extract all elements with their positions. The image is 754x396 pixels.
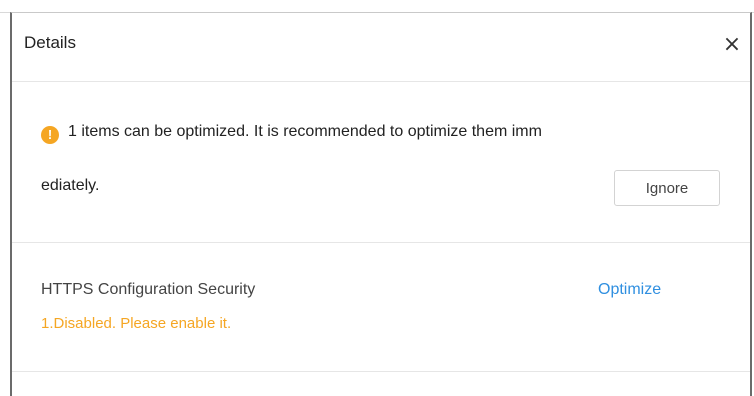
page: Details × ! 1 items can be optimized. It… <box>0 0 754 396</box>
details-dialog: Details × ! 1 items can be optimized. It… <box>10 12 752 396</box>
item-name: HTTPS Configuration Security <box>41 281 256 298</box>
summary-text-line2: ediately. <box>41 177 100 194</box>
ignore-button[interactable]: Ignore <box>614 170 720 206</box>
item-issue: 1.Disabled. Please enable it. <box>41 315 232 332</box>
optimization-item: HTTPS Configuration Security 1.Disabled.… <box>12 243 750 372</box>
optimization-summary: ! 1 items can be optimized. It is recomm… <box>12 82 750 243</box>
optimize-link[interactable]: Optimize <box>598 281 661 299</box>
dialog-title: Details <box>24 33 76 52</box>
dialog-header: Details × <box>12 13 750 82</box>
close-icon[interactable]: × <box>720 33 744 57</box>
summary-text-line1: 1 items can be optimized. It is recommen… <box>68 123 542 140</box>
warning-icon: ! <box>41 126 59 144</box>
